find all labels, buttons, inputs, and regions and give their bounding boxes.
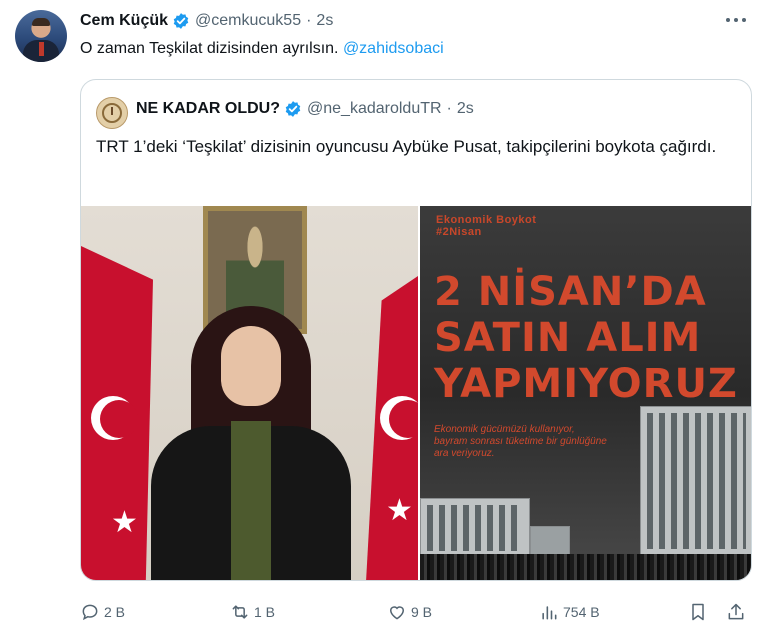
views-count: 754 B — [563, 604, 600, 620]
like-icon — [389, 606, 405, 620]
photo-boycott-poster[interactable]: Ekonomik Boykot #2Nisan 2 NİSAN’DA SATIN… — [420, 206, 751, 580]
turkish-flag-left: ★ — [81, 246, 153, 580]
poster-hashtag: #2Nisan — [436, 226, 482, 238]
more-icon[interactable] — [726, 12, 746, 28]
author-avatar[interactable] — [15, 10, 67, 62]
quote-author-name[interactable]: NE KADAR OLDU? — [136, 100, 280, 118]
building-right — [640, 406, 751, 556]
poster-sub-3: ara veriyoruz. — [434, 448, 495, 459]
author-name[interactable]: Cem Küçük — [80, 12, 168, 30]
building-left — [420, 498, 530, 558]
share-icon — [728, 603, 744, 620]
separator-dot: · — [446, 100, 452, 117]
quote-author-handle[interactable]: @ne_kadarolduTR — [307, 100, 442, 118]
tweet-actions: 2 B 1 B 9 B 754 B — [80, 600, 752, 624]
tweet-time[interactable]: 2s — [316, 12, 333, 30]
bookmark-icon — [692, 603, 704, 621]
tweet-text: O zaman Teşkilat dizisinden ayrılsın. @z… — [80, 40, 444, 58]
quote-text: TRT 1’deki ‘Teşkilat’ dizisinin oyuncusu… — [96, 137, 717, 156]
reply-button[interactable]: 2 B — [80, 600, 125, 624]
poster-sub-1: Ekonomik gücümüzü kullanıyor, — [434, 424, 575, 435]
share-button[interactable] — [726, 600, 750, 624]
verified-badge-icon — [173, 13, 189, 29]
quote-author-avatar[interactable] — [96, 97, 128, 129]
quote-header: NE KADAR OLDU? @ne_kadarolduTR · 2s — [136, 98, 474, 120]
quoted-tweet[interactable]: NE KADAR OLDU? @ne_kadarolduTR · 2s TRT … — [80, 79, 752, 581]
like-button[interactable]: 9 B — [387, 600, 432, 624]
crowd — [420, 554, 751, 580]
quote-time[interactable]: 2s — [457, 100, 474, 118]
tweet-header: Cem Küçük @cemkucuk55 · 2s — [80, 10, 333, 32]
tweet-body: O zaman Teşkilat dizisinden ayrılsın. — [80, 40, 339, 57]
retweet-button[interactable]: 1 B — [230, 600, 275, 624]
like-count: 9 B — [411, 604, 433, 620]
turkish-flag-right: ★ — [366, 276, 418, 580]
reply-icon — [82, 604, 98, 621]
photo-actress[interactable]: ★ ★ — [81, 206, 418, 580]
reply-count: 2 B — [104, 604, 126, 620]
bookmark-button[interactable] — [688, 600, 712, 624]
verified-badge-icon — [285, 101, 301, 117]
views-icon — [542, 606, 557, 620]
mention-link[interactable]: @zahidsobaci — [343, 40, 444, 57]
poster-sub-2: bayram sonrası tüketime bir günlüğüne — [434, 436, 607, 447]
poster-headline-1: 2 NİSAN’DA — [434, 269, 707, 315]
retweet-icon — [232, 605, 248, 619]
views-button[interactable]: 754 B — [539, 600, 600, 624]
poster-headline-3: YAPMIYORUZ — [434, 361, 738, 407]
author-handle[interactable]: @cemkucuk55 — [195, 12, 301, 30]
quote-media: ★ ★ Ekonomik Boykot #2Nisan 2 NİSAN’DA S… — [81, 206, 751, 580]
retweet-count: 1 B — [254, 604, 276, 620]
poster-headline-2: SATIN ALIM — [434, 315, 702, 361]
separator-dot: · — [306, 12, 312, 29]
